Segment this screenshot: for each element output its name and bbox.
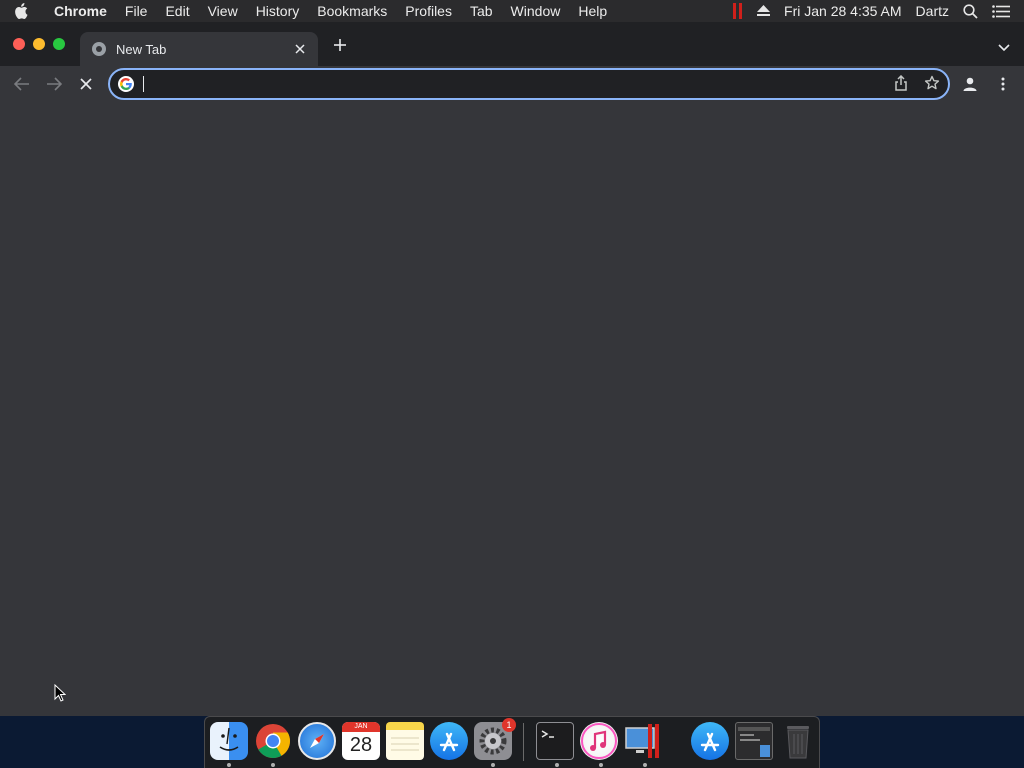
more-menu-icon[interactable] — [994, 75, 1012, 93]
dock-running-indicator — [271, 763, 275, 767]
tab-search-chevron-icon[interactable] — [998, 39, 1010, 57]
dock-screenshot-preview-icon[interactable] — [735, 722, 773, 760]
dock-running-indicator — [643, 763, 647, 767]
address-input[interactable] — [142, 73, 886, 97]
mouse-pointer-icon — [54, 683, 67, 707]
close-window-button[interactable] — [13, 38, 25, 50]
notification-badge: 1 — [502, 718, 516, 732]
dock-running-indicator — [491, 763, 495, 767]
tab-strip: New Tab — [0, 22, 1024, 66]
dock-system-preferences-icon[interactable]: 1 — [474, 718, 516, 760]
dock-terminal-icon[interactable] — [536, 722, 574, 760]
dock-remote-desktop-icon[interactable] — [624, 722, 662, 760]
minimize-window-button[interactable] — [33, 38, 45, 50]
bookmark-star-icon[interactable] — [924, 75, 940, 96]
menu-window[interactable]: Window — [511, 3, 561, 19]
chrome-favicon-icon — [92, 42, 106, 56]
text-cursor — [143, 76, 144, 92]
menu-profiles[interactable]: Profiles — [405, 3, 452, 19]
back-arrow-icon[interactable] — [13, 75, 31, 93]
spotlight-search-icon[interactable] — [963, 3, 978, 19]
menubar-clock[interactable]: Fri Jan 28 4:35 AM — [784, 3, 902, 19]
page-content[interactable] — [0, 102, 1024, 716]
menu-view[interactable]: View — [208, 3, 238, 19]
parallels-status-icon[interactable] — [733, 3, 743, 19]
tab-title: New Tab — [116, 41, 167, 57]
browser-toolbar — [0, 66, 1024, 102]
calendar-month: JAN — [342, 722, 380, 732]
menu-app-name[interactable]: Chrome — [54, 3, 107, 19]
google-g-icon — [118, 76, 134, 92]
menu-bar: Chrome File Edit View History Bookmarks … — [0, 0, 1024, 22]
dock-app-store-icon[interactable] — [430, 722, 468, 760]
fullscreen-window-button[interactable] — [53, 38, 65, 50]
menu-history[interactable]: History — [256, 3, 300, 19]
dock-itunes-icon[interactable] — [580, 722, 618, 760]
address-bar[interactable] — [108, 68, 950, 100]
menubar-user[interactable]: Dartz — [916, 3, 949, 19]
dock-chrome-icon[interactable] — [254, 722, 292, 760]
dock-safari-icon[interactable] — [298, 722, 336, 760]
dock: JAN 28 1 — [204, 716, 820, 768]
calendar-day: 28 — [349, 734, 373, 756]
profile-avatar-icon[interactable] — [961, 75, 979, 93]
menu-tab[interactable]: Tab — [470, 3, 493, 19]
menu-bookmarks[interactable]: Bookmarks — [317, 3, 387, 19]
menu-edit[interactable]: Edit — [165, 3, 189, 19]
tab-close-icon[interactable] — [290, 41, 310, 58]
dock-notes-icon[interactable] — [386, 722, 424, 760]
dock-separator — [523, 723, 524, 761]
dock-app-store-download-icon[interactable] — [691, 722, 729, 760]
dock-finder-icon[interactable] — [210, 722, 248, 760]
menu-file[interactable]: File — [125, 3, 148, 19]
eject-icon[interactable] — [757, 5, 771, 17]
menu-help[interactable]: Help — [578, 3, 607, 19]
chrome-window: New Tab — [0, 22, 1024, 716]
dock-trash-icon[interactable] — [779, 722, 817, 760]
stop-loading-icon[interactable] — [77, 75, 95, 93]
dock-running-indicator — [599, 763, 603, 767]
dock-running-indicator — [555, 763, 559, 767]
share-icon[interactable] — [894, 74, 908, 96]
notification-center-icon[interactable] — [992, 4, 1010, 18]
apple-menu-icon[interactable] — [14, 3, 40, 19]
forward-arrow-icon[interactable] — [45, 75, 63, 93]
dock-calendar-icon[interactable]: JAN 28 — [342, 722, 380, 760]
dock-running-indicator — [227, 763, 231, 767]
tab-new-tab[interactable]: New Tab — [80, 32, 318, 66]
new-tab-button[interactable] — [330, 37, 350, 57]
